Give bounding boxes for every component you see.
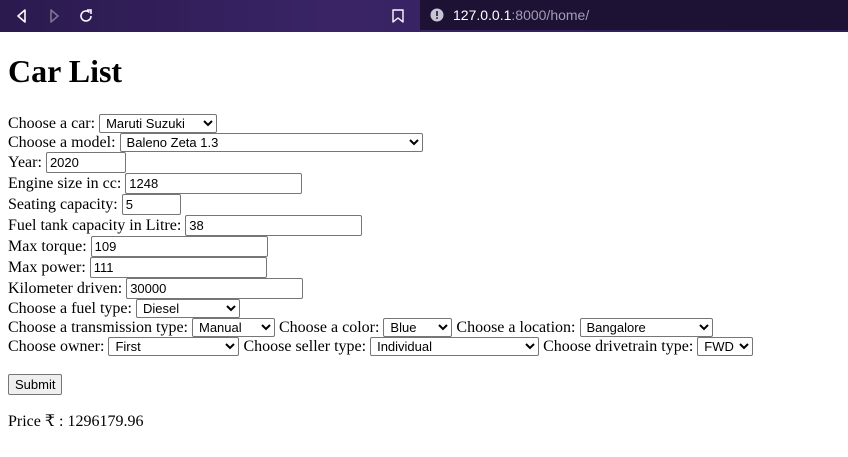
torque-label: Max torque: <box>8 238 87 255</box>
seating-input[interactable] <box>121 194 181 215</box>
km-row: Kilometer driven: <box>8 278 840 299</box>
browser-toolbar: 127.0.0.1:8000/home/ <box>0 0 848 32</box>
engine-row: Engine size in cc: <box>8 173 840 194</box>
seller-label: Choose seller type: <box>243 338 367 355</box>
forward-icon[interactable] <box>44 6 64 26</box>
seller-select[interactable]: Individual <box>370 337 540 356</box>
color-label: Choose a color: <box>278 319 380 336</box>
model-label: Choose a model: <box>8 134 116 151</box>
model-select[interactable]: Baleno Zeta 1.3 <box>119 133 423 152</box>
fuel-tank-input[interactable] <box>185 215 363 236</box>
year-input[interactable] <box>45 152 126 173</box>
submit-button[interactable]: Submit <box>8 374 63 395</box>
transmission-color-location-row: Choose a transmission type: Manual Choos… <box>8 318 840 337</box>
owner-select[interactable]: First <box>108 337 240 356</box>
drivetrain-select[interactable]: FWD <box>697 337 754 356</box>
fuel-tank-label: Fuel tank capacity in Litre: <box>8 217 182 234</box>
location-select[interactable]: Bangalore <box>579 318 713 337</box>
url-path: :8000/home/ <box>511 7 590 23</box>
drivetrain-label: Choose drivetrain type: <box>543 338 694 355</box>
owner-label: Choose owner: <box>8 338 105 355</box>
transmission-select[interactable]: Manual <box>191 318 275 337</box>
page-content: Car List Choose a car: Maruti Suzuki Cho… <box>0 53 848 431</box>
fuel-type-label: Choose a fuel type: <box>8 300 132 317</box>
color-select[interactable]: Blue <box>383 318 453 337</box>
url-bar[interactable]: 127.0.0.1:8000/home/ <box>420 0 848 30</box>
fuel-type-row: Choose a fuel type: Diesel <box>8 299 840 318</box>
car-row: Choose a car: Maruti Suzuki <box>8 114 840 133</box>
torque-row: Max torque: <box>8 236 840 257</box>
price-label: Price ₹ : <box>8 413 64 430</box>
owner-seller-drivetrain-row: Choose owner: First Choose seller type: … <box>8 337 840 356</box>
power-label: Max power: <box>8 259 86 276</box>
site-info-icon[interactable] <box>430 8 444 22</box>
power-row: Max power: <box>8 257 840 278</box>
year-row: Year: <box>8 152 840 173</box>
back-icon[interactable] <box>12 6 32 26</box>
url-host: 127.0.0.1 <box>453 7 512 23</box>
location-label: Choose a location: <box>456 319 576 336</box>
engine-input[interactable] <box>125 173 303 194</box>
fuel-type-select[interactable]: Diesel <box>135 299 240 318</box>
reload-icon[interactable] <box>76 6 96 26</box>
car-select[interactable]: Maruti Suzuki <box>99 114 218 133</box>
seating-label: Seating capacity: <box>8 196 118 213</box>
power-input[interactable] <box>89 257 267 278</box>
seating-row: Seating capacity: <box>8 194 840 215</box>
torque-input[interactable] <box>90 236 268 257</box>
price-result: Price ₹ : 1296179.96 <box>8 411 840 431</box>
page-title: Car List <box>8 53 123 89</box>
submit-wrap: Submit <box>8 374 840 395</box>
km-label: Kilometer driven: <box>8 280 123 297</box>
km-input[interactable] <box>126 278 304 299</box>
bookmark-icon[interactable] <box>388 6 408 26</box>
price-value: 1296179.96 <box>67 413 144 430</box>
car-label: Choose a car: <box>8 115 96 132</box>
year-label: Year: <box>8 154 42 171</box>
fuel-tank-row: Fuel tank capacity in Litre: <box>8 215 840 236</box>
engine-label: Engine size in cc: <box>8 175 122 192</box>
model-row: Choose a model: Baleno Zeta 1.3 <box>8 133 840 152</box>
transmission-label: Choose a transmission type: <box>8 319 188 336</box>
